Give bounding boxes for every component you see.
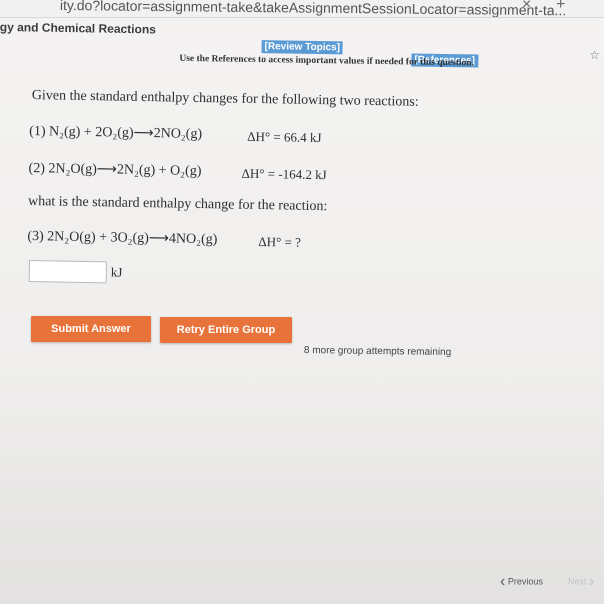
assignment-page: gy and Chemical Reactions [Review Topics…	[0, 18, 604, 604]
close-icon[interactable]: ×	[522, 0, 531, 14]
reaction-3: (3) 2N₂O(g) + 3O₂(g)⟶4NO₂(g)	[27, 228, 218, 248]
reaction-1-enthalpy: ΔH° = 66.4 kJ	[247, 128, 322, 146]
question-header: gy and Chemical Reactions [Review Topics…	[0, 18, 604, 99]
reaction-2-enthalpy: ΔH° = -164.2 kJ	[241, 165, 327, 183]
new-tab-icon[interactable]: +	[556, 0, 565, 14]
chevron-left-icon: ‹	[500, 573, 506, 590]
next-label: Next	[568, 576, 587, 587]
reaction-1: (1) N₂(g) + 2O₂(g)⟶2NO₂(g)	[29, 123, 203, 143]
browser-address-bar[interactable]: ity.do?locator=assignment-take&takeAssig…	[0, 0, 604, 18]
attempts-remaining: 8 more group attempts remaining	[303, 345, 452, 359]
url-text[interactable]: ity.do?locator=assignment-take&takeAssig…	[60, 0, 566, 17]
section-title: gy and Chemical Reactions	[0, 19, 156, 37]
question-prompt: what is the standard enthalpy change for…	[27, 193, 328, 215]
previous-label: Previous	[507, 576, 543, 587]
chevron-right-icon: ›	[589, 573, 595, 590]
bookmark-star-icon[interactable]: ☆	[589, 48, 600, 62]
reaction-2: (2) 2N₂O(g)⟶2N₂(g) + O₂(g)	[28, 160, 202, 180]
answer-input[interactable]	[28, 260, 107, 284]
submit-answer-button[interactable]: Submit Answer	[31, 316, 151, 342]
previous-button[interactable]: ‹ Previous	[500, 573, 543, 591]
next-button[interactable]: Next ›	[568, 573, 594, 591]
retry-group-button[interactable]: Retry Entire Group	[160, 317, 292, 343]
answer-unit: kJ	[110, 264, 123, 280]
reaction-3-enthalpy: ΔH° = ?	[258, 234, 302, 250]
review-topics-link[interactable]: [Review Topics]	[261, 40, 344, 55]
